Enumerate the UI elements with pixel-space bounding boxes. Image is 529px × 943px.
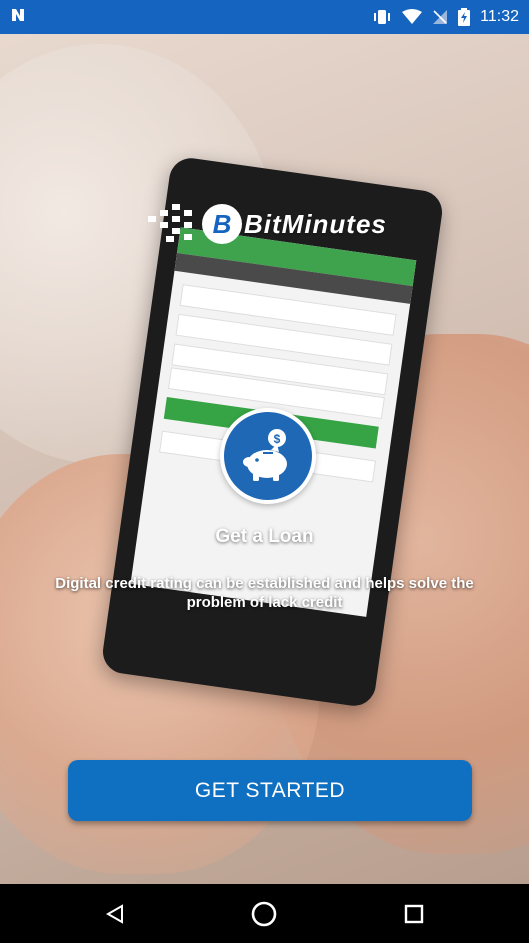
status-icons: 11:32 [372,8,519,26]
brand-name: BitMinutes [244,208,387,239]
wifi-icon [402,9,423,25]
status-bar: 11:32 [0,0,529,34]
back-icon[interactable] [85,884,145,943]
feature-description: Digital credit rating can be established… [55,575,474,611]
battery-charging-icon [458,8,471,26]
piggy-bank-icon: $ [220,408,316,504]
feature-title: Get a Loan [215,526,314,547]
bitminutes-logo-icon: B [146,196,244,252]
vibrate-icon [372,9,392,25]
status-time: 11:32 [480,8,519,25]
recents-icon[interactable] [384,884,444,943]
n-icon [10,7,26,28]
home-icon[interactable] [234,884,294,943]
get-started-button[interactable]: GET STARTED [68,760,472,821]
status-left [10,7,26,28]
brand-logo: B BitMinutes [146,196,406,252]
svg-text:$: $ [274,432,281,446]
no-signal-icon [432,9,448,25]
navigation-bar [0,884,529,943]
svg-text:B: B [213,209,232,239]
